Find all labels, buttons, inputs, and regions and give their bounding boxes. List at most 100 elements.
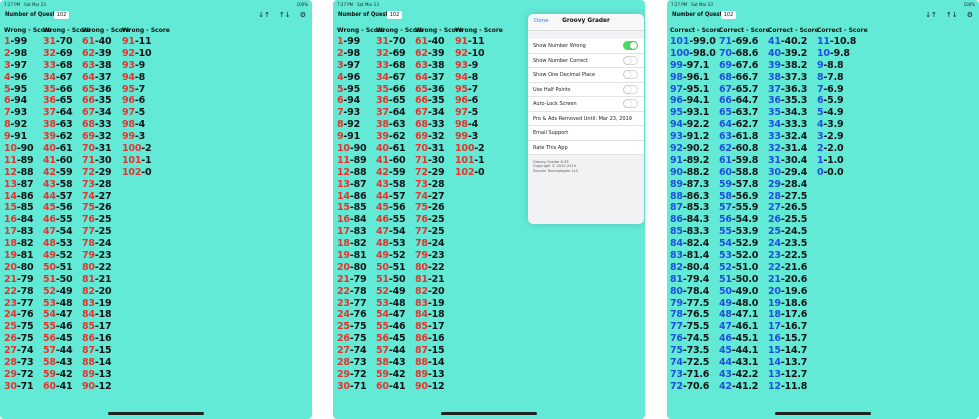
correct-count: 17 [768,321,781,333]
correct-count: 76 [670,333,683,345]
score-value: 47 [59,309,73,321]
wrong-count: 56 [43,333,56,345]
settings-item[interactable]: Show Number Wrong [528,39,644,54]
score-row: 30-29.4 [768,167,807,179]
wrong-count: 57 [376,345,389,357]
number-of-questions-input[interactable]: 102 [721,11,736,19]
score-value: 48 [59,297,73,309]
settings-item[interactable]: Use Half Points [528,83,644,97]
score-value: 54 [59,226,73,238]
settings-item[interactable]: Show One Decimal Place [528,68,644,83]
wrong-count: 54 [376,309,389,321]
score-row: 86-16 [415,333,445,345]
score-row: 93-9 [455,60,484,72]
score-row: 62-60.8 [719,143,758,155]
number-of-questions-input[interactable]: 102 [54,11,69,19]
score-value: 37 [431,71,445,83]
home-indicator [775,412,871,415]
wrong-count: 51 [43,273,56,285]
score-row: 22-21.6 [768,262,807,274]
score-value: 35 [431,95,445,107]
toggle-switch[interactable] [623,99,638,108]
score-row: 34-67 [376,72,406,84]
wrong-count: 12 [337,166,350,178]
score-row: 27-26.5 [768,202,807,214]
sort-descending-icon[interactable]: ↓↑ [258,11,270,19]
wrong-count: 49 [376,250,389,262]
score-value: 91 [14,131,27,143]
toggle-switch[interactable] [623,55,638,65]
wrong-count: 33 [376,59,389,71]
score-value: 57.8 [735,178,759,190]
score-value: 72.5 [686,357,710,369]
wrong-count: 19 [4,250,17,262]
wrong-count: 25 [337,321,350,333]
score-value: 41 [59,380,73,392]
score-value: 6 [138,95,146,107]
settings-item[interactable]: Rate This App [528,141,644,155]
score-value: 86.3 [686,190,710,202]
correct-count: 81 [670,273,683,285]
toggle-switch[interactable] [623,70,638,79]
score-row: 102-0 [455,167,485,179]
score-value: 58 [392,178,406,190]
score-value: 52 [59,250,73,262]
wrong-count: 44 [43,190,56,202]
correct-count: 62 [719,143,732,155]
score-row: 95-7 [455,84,484,96]
score-row: 67-65.7 [719,84,758,96]
score-row: 88-14 [415,357,445,369]
sort-ascending-icon[interactable]: ↑↓ [946,11,958,19]
toggle-switch[interactable] [623,84,638,94]
score-value: 87.3 [686,178,710,190]
score-row: 10-90 [337,143,367,155]
score-value: 40.2 [784,36,808,47]
score-row: 21-79 [4,274,34,286]
score-row: 33-68 [376,59,406,72]
settings-item[interactable]: Auto-Lock Screen [528,97,644,112]
settings-item[interactable]: Pro & Ads Removed Until: Mar 23, 2019 [528,112,644,126]
score-row: 27-74 [4,345,34,357]
sort-ascending-icon[interactable]: ↑↓ [279,11,291,19]
wrong-count: 84 [415,309,428,321]
score-row: 78-76.5 [670,309,716,321]
score-row: 70-68.6 [719,48,758,60]
score-row: 61-40 [415,36,445,48]
app-info: Groovy Grader 6.33 Copyright © 2010-2019 D… [528,155,644,178]
column-header: Wrong - Score [455,27,503,34]
sort-descending-icon[interactable]: ↓↑ [925,11,937,19]
score-value: 28.4 [784,178,808,190]
correct-count: 70 [719,47,732,59]
wrong-count: 86 [82,333,95,345]
score-row: 51-50 [43,273,73,286]
wrong-count: 66 [415,95,428,107]
wrong-count: 96 [122,95,135,107]
correct-count: 15 [768,345,781,357]
wrong-count: 39 [376,131,389,143]
score-value: 26.5 [784,202,808,214]
score-row: 68-66.7 [719,72,758,84]
wrong-count: 30 [337,380,350,392]
wrong-count: 63 [82,59,95,71]
wrong-count: 42 [43,166,56,178]
number-of-questions-input[interactable]: 102 [387,11,402,19]
wrong-count: 97 [122,107,135,119]
score-value: 6 [471,95,479,107]
score-row: 14-86 [4,191,34,203]
score-value: 39.2 [784,47,808,59]
score-row: 84-18 [82,309,112,321]
gear-icon[interactable]: ⚙ [300,11,306,19]
score-row: 7-93 [337,107,366,119]
score-value: 36.3 [784,83,808,95]
score-value: 26 [431,202,445,214]
gear-icon[interactable]: ⚙ [967,11,973,19]
settings-item[interactable]: Email Support [528,126,644,141]
wrong-count: 41 [43,154,56,166]
wrong-count: 29 [4,368,17,380]
toggle-switch[interactable] [623,41,638,50]
wrong-count: 39 [43,131,56,143]
score-value: 73.5 [686,345,710,357]
score-value: 79.4 [686,273,710,285]
settings-item[interactable]: Show Number Correct [528,54,644,68]
score-value: 55.9 [735,202,759,214]
